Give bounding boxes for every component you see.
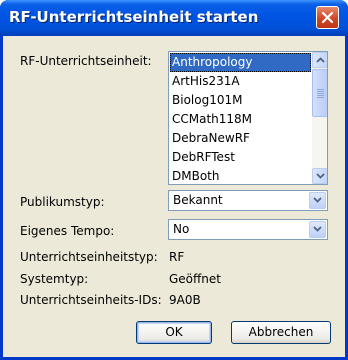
chevron-up-icon bbox=[316, 57, 325, 63]
system-type-label: Systemtyp: bbox=[20, 272, 89, 286]
system-type-value: Geöffnet bbox=[169, 272, 221, 286]
pace-label: Eigenes Tempo: bbox=[20, 224, 115, 238]
unit-listbox[interactable]: Anthropology ArtHis231A Biolog101M CCMat… bbox=[168, 51, 328, 185]
list-item[interactable]: ArtHis231A bbox=[170, 72, 311, 91]
scroll-up-button[interactable] bbox=[312, 52, 327, 68]
dialog-window: RF-Unterrichtseinheit starten RF-Unterri… bbox=[0, 0, 348, 360]
title-bar[interactable]: RF-Unterrichtseinheit starten bbox=[0, 0, 348, 36]
list-item[interactable]: DebraNewRF bbox=[170, 129, 311, 148]
scroll-thumb[interactable] bbox=[312, 69, 327, 117]
cancel-button[interactable]: Abbrechen bbox=[231, 321, 331, 344]
chevron-down-icon bbox=[316, 173, 325, 179]
audience-dropdown-button[interactable] bbox=[309, 192, 326, 209]
list-item[interactable]: Biolog101M bbox=[170, 91, 311, 110]
pace-dropdown-button[interactable] bbox=[309, 221, 326, 238]
list-item[interactable]: DebRFTest bbox=[170, 148, 311, 167]
unit-type-value: RF bbox=[169, 250, 185, 264]
unit-list-items: Anthropology ArtHis231A Biolog101M CCMat… bbox=[170, 53, 311, 184]
thumb-grip-line bbox=[317, 97, 324, 98]
close-button[interactable] bbox=[316, 6, 339, 29]
scroll-down-button[interactable] bbox=[312, 168, 327, 184]
pace-value: No bbox=[173, 222, 190, 236]
list-item[interactable]: Anthropology bbox=[170, 53, 311, 72]
pace-select[interactable]: No bbox=[168, 219, 328, 240]
list-item[interactable]: CCMath118M bbox=[170, 110, 311, 129]
audience-value: Bekannt bbox=[173, 193, 223, 207]
audience-label: Publikumstyp: bbox=[20, 195, 105, 209]
chevron-down-icon bbox=[313, 197, 322, 203]
thumb-grip-line bbox=[317, 93, 324, 94]
thumb-grip-line bbox=[317, 95, 324, 96]
ok-button[interactable]: OK bbox=[136, 321, 212, 344]
audience-select[interactable]: Bekannt bbox=[168, 190, 328, 211]
unit-type-label: Unterrichtseinheitstyp: bbox=[20, 250, 158, 264]
dialog-title: RF-Unterrichtseinheit starten bbox=[9, 8, 259, 26]
close-icon bbox=[321, 11, 334, 24]
thumb-grip-line bbox=[317, 91, 324, 92]
list-item[interactable]: DMBoth bbox=[170, 167, 311, 184]
vertical-scrollbar[interactable] bbox=[312, 52, 327, 184]
unit-ids-label: Unterrichtseinheits-IDs: bbox=[20, 293, 162, 307]
unit-ids-value: 9A0B bbox=[169, 293, 201, 307]
chevron-down-icon bbox=[313, 226, 322, 232]
unit-label: RF-Unterrichtseinheit: bbox=[20, 54, 152, 68]
thumb-grip-line bbox=[317, 89, 324, 90]
